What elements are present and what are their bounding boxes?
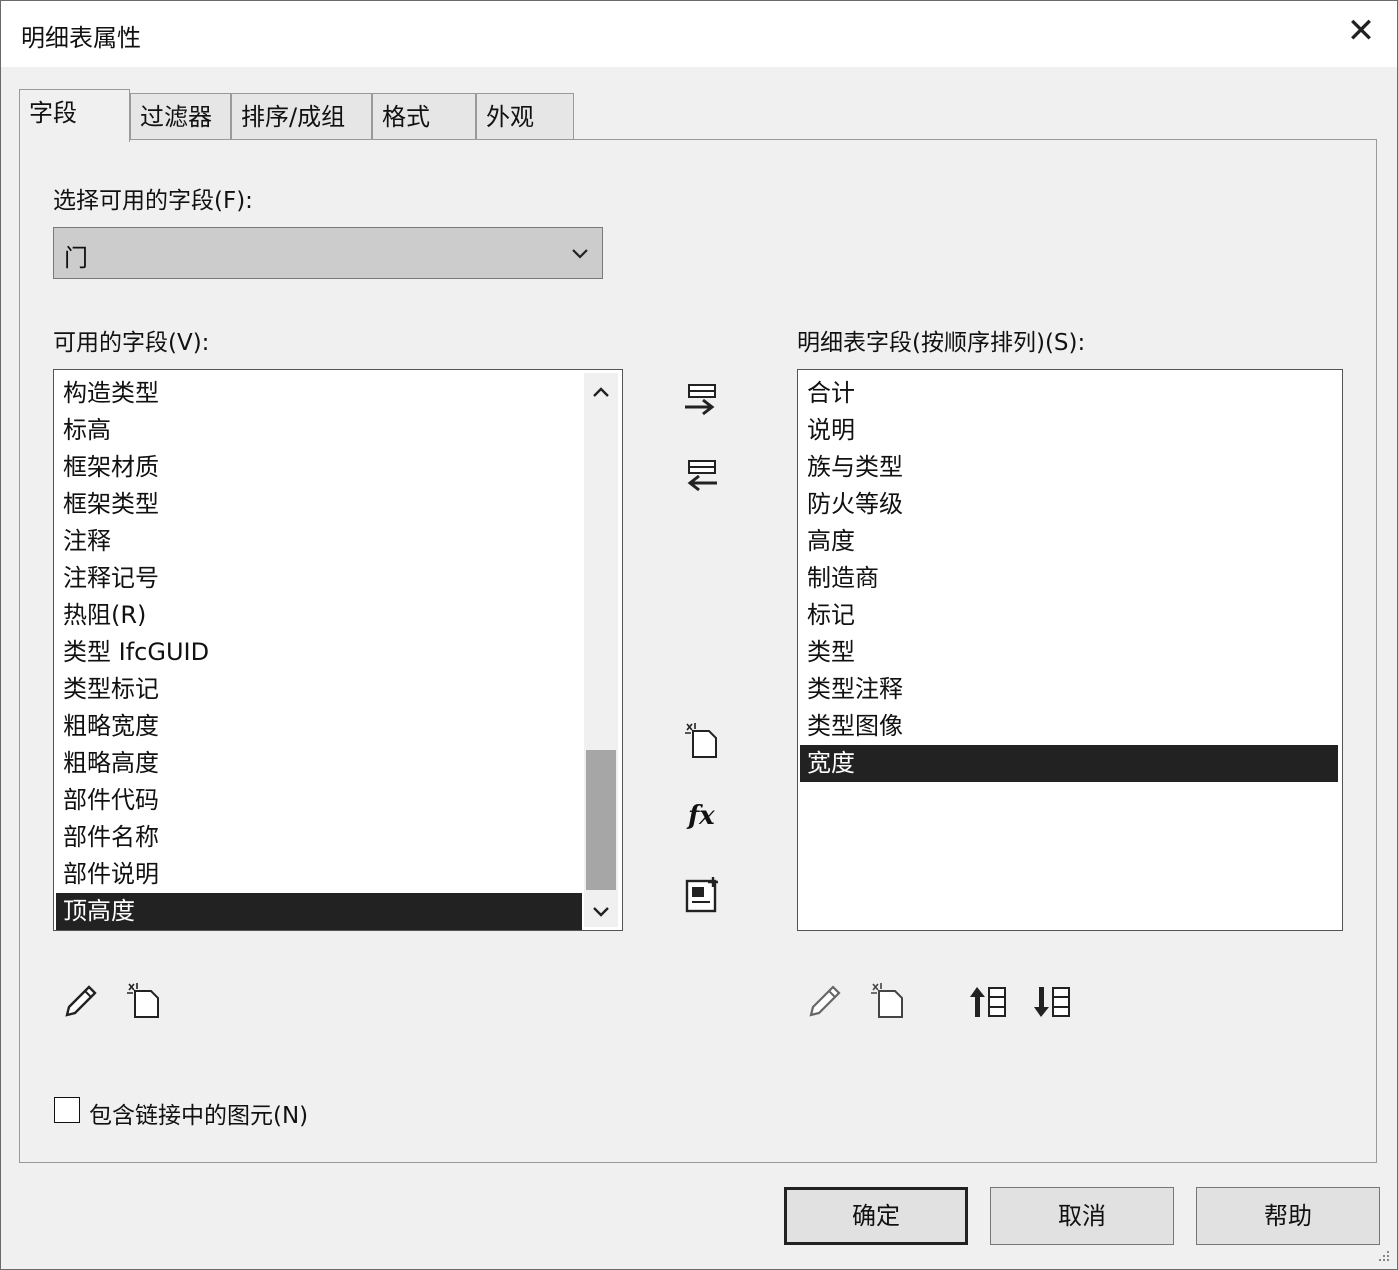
tab-label: 格式 — [382, 103, 430, 131]
new-parameter-icon[interactable] — [683, 721, 721, 761]
tab-fields[interactable]: 字段 — [19, 89, 130, 142]
tab-label: 外观 — [486, 103, 534, 131]
list-item[interactable]: 宽度 — [800, 745, 1338, 782]
move-down-icon[interactable] — [1031, 983, 1073, 1021]
tab-formatting[interactable]: 格式 — [372, 93, 476, 139]
list-item[interactable]: 合计 — [800, 375, 1338, 412]
list-item[interactable]: 粗略宽度 — [56, 708, 582, 745]
available-fields-list[interactable]: 构造类型 标高 框架材质 框架类型 注释 注释记号 热阻(R) 类型 IfcGUID 类型标记粗… — [53, 369, 623, 931]
list-item[interactable]: 顶高度 — [56, 893, 582, 930]
delete-parameter-icon[interactable] — [125, 981, 165, 1021]
category-select[interactable]: 门 — [53, 227, 603, 279]
tab-label: 排序/成组 — [241, 103, 346, 131]
scheduled-fields-label: 明细表字段(按顺序排列)(S): — [797, 330, 1086, 356]
list-item[interactable]: 类型标记 — [56, 671, 582, 708]
list-item[interactable]: 族与类型 — [800, 449, 1338, 486]
list-item[interactable]: 标记 — [800, 597, 1338, 634]
list-item[interactable]: 部件代码 — [56, 782, 582, 819]
available-fields-scrollbar[interactable] — [584, 373, 618, 927]
list-item[interactable]: 框架材质 — [56, 449, 582, 486]
list-item[interactable]: 类型 IfcGUID — [56, 634, 582, 671]
tab-appearance[interactable]: 外观 — [476, 93, 574, 139]
move-up-icon[interactable] — [967, 983, 1009, 1021]
list-item[interactable]: 类型注释 — [800, 671, 1338, 708]
resize-grip-icon[interactable] — [1375, 1247, 1391, 1263]
edit-parameter-icon[interactable] — [59, 981, 99, 1021]
add-field-icon[interactable] — [681, 381, 721, 421]
tab-sorting-grouping[interactable]: 排序/成组 — [231, 93, 372, 139]
chevron-down-icon — [572, 249, 588, 259]
delete-scheduled-field-icon[interactable] — [869, 981, 909, 1021]
schedule-properties-dialog: 明细表属性 ✕ 字段 过滤器 排序/成组 格式 外观 选择可用的字段(F): 门… — [0, 0, 1398, 1270]
ok-button[interactable]: 确定 — [784, 1187, 968, 1245]
list-item[interactable]: 说明 — [800, 412, 1338, 449]
cancel-button[interactable]: 取消 — [990, 1187, 1174, 1245]
list-item[interactable]: 制造商 — [800, 560, 1338, 597]
list-item[interactable]: 注释记号 — [56, 560, 582, 597]
include-links-label: 包含链接中的图元(N) — [89, 1103, 309, 1129]
list-item[interactable]: 粗略高度 — [56, 745, 582, 782]
tab-label: 字段 — [29, 99, 77, 127]
scheduled-fields-list[interactable]: 合计 说明 族与类型 防火等级 高度 制造商 标记 类型 类型注释 类型图像 宽度 — [797, 369, 1343, 931]
available-fields-label: 可用的字段(V): — [53, 330, 210, 356]
category-select-value: 门 — [64, 244, 88, 272]
list-item[interactable]: 类型图像 — [800, 708, 1338, 745]
scrollbar-thumb[interactable] — [586, 750, 616, 890]
list-item[interactable]: 防火等级 — [800, 486, 1338, 523]
include-links-checkbox[interactable] — [54, 1097, 80, 1123]
scroll-up-icon[interactable] — [589, 381, 613, 405]
list-item[interactable]: 框架类型 — [56, 486, 582, 523]
list-item[interactable]: 高度 — [800, 523, 1338, 560]
tab-filter[interactable]: 过滤器 — [130, 93, 231, 139]
help-button[interactable]: 帮助 — [1196, 1187, 1380, 1245]
list-item[interactable]: 部件名称 — [56, 819, 582, 856]
list-item[interactable]: 部件说明 — [56, 856, 582, 893]
list-item[interactable]: 构造类型 — [56, 375, 582, 412]
calculated-value-icon[interactable]: fx — [688, 801, 715, 831]
tab-label: 过滤器 — [140, 103, 212, 131]
list-item[interactable]: 类型 — [800, 634, 1338, 671]
list-item[interactable]: 标高 — [56, 412, 582, 449]
list-item[interactable]: 热阻(R) — [56, 597, 582, 634]
remove-field-icon[interactable] — [681, 457, 721, 497]
title-bar: 明细表属性 ✕ — [1, 1, 1397, 67]
scroll-down-icon[interactable] — [589, 899, 613, 923]
close-icon[interactable]: ✕ — [1341, 11, 1381, 51]
edit-scheduled-field-icon[interactable] — [803, 981, 843, 1021]
list-item[interactable]: 注释 — [56, 523, 582, 560]
combine-parameters-icon[interactable] — [683, 875, 723, 915]
select-fields-label: 选择可用的字段(F): — [53, 188, 253, 214]
dialog-title: 明细表属性 — [21, 24, 141, 52]
